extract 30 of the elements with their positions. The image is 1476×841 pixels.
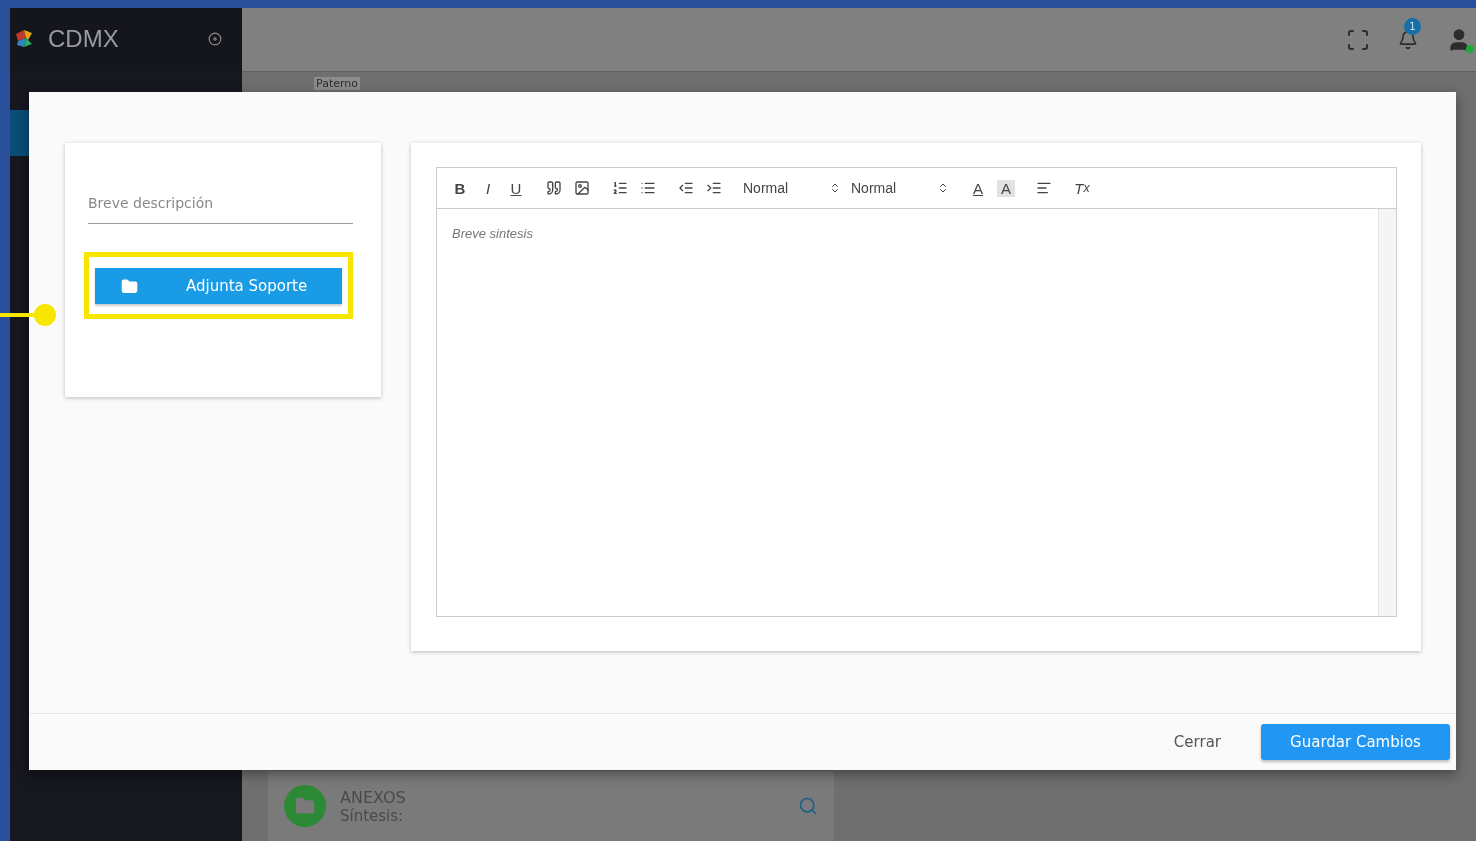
updown-caret-icon	[829, 182, 841, 194]
outdent-icon[interactable]	[677, 180, 695, 196]
scrollbar[interactable]	[1378, 209, 1396, 616]
align-left-icon[interactable]	[1035, 180, 1053, 196]
quote-icon[interactable]	[545, 180, 563, 196]
italic-button[interactable]: I	[479, 179, 497, 197]
image-icon[interactable]	[573, 180, 591, 196]
leader-line	[0, 303, 57, 327]
format-select[interactable]: Normal	[743, 180, 841, 196]
brand-name: CDMX	[48, 25, 120, 53]
folder-icon	[295, 796, 315, 816]
description-field[interactable]: Breve descripción	[88, 191, 353, 224]
bullet-list-icon[interactable]	[639, 180, 657, 196]
fullscreen-icon[interactable]	[1346, 27, 1370, 52]
updown-caret-icon	[937, 182, 949, 194]
numbered-list-icon[interactable]	[611, 180, 629, 196]
underline-button[interactable]: U	[507, 179, 525, 197]
text-color-button[interactable]: A	[969, 179, 987, 197]
toggle-icon[interactable]	[208, 32, 222, 46]
editor-placeholder: Breve sintesis	[452, 226, 533, 241]
background-color-button[interactable]: A	[997, 179, 1015, 197]
online-dot	[1466, 44, 1474, 53]
close-button[interactable]: Cerrar	[1167, 724, 1227, 760]
folder-icon	[121, 277, 138, 295]
field-label: Paterno	[314, 77, 360, 90]
format-select[interactable]: Normal	[851, 180, 949, 196]
indent-icon[interactable]	[705, 180, 723, 196]
notification-badge: 1	[1404, 17, 1421, 35]
bold-button[interactable]: B	[451, 179, 469, 197]
bell-icon[interactable]	[1398, 29, 1418, 50]
